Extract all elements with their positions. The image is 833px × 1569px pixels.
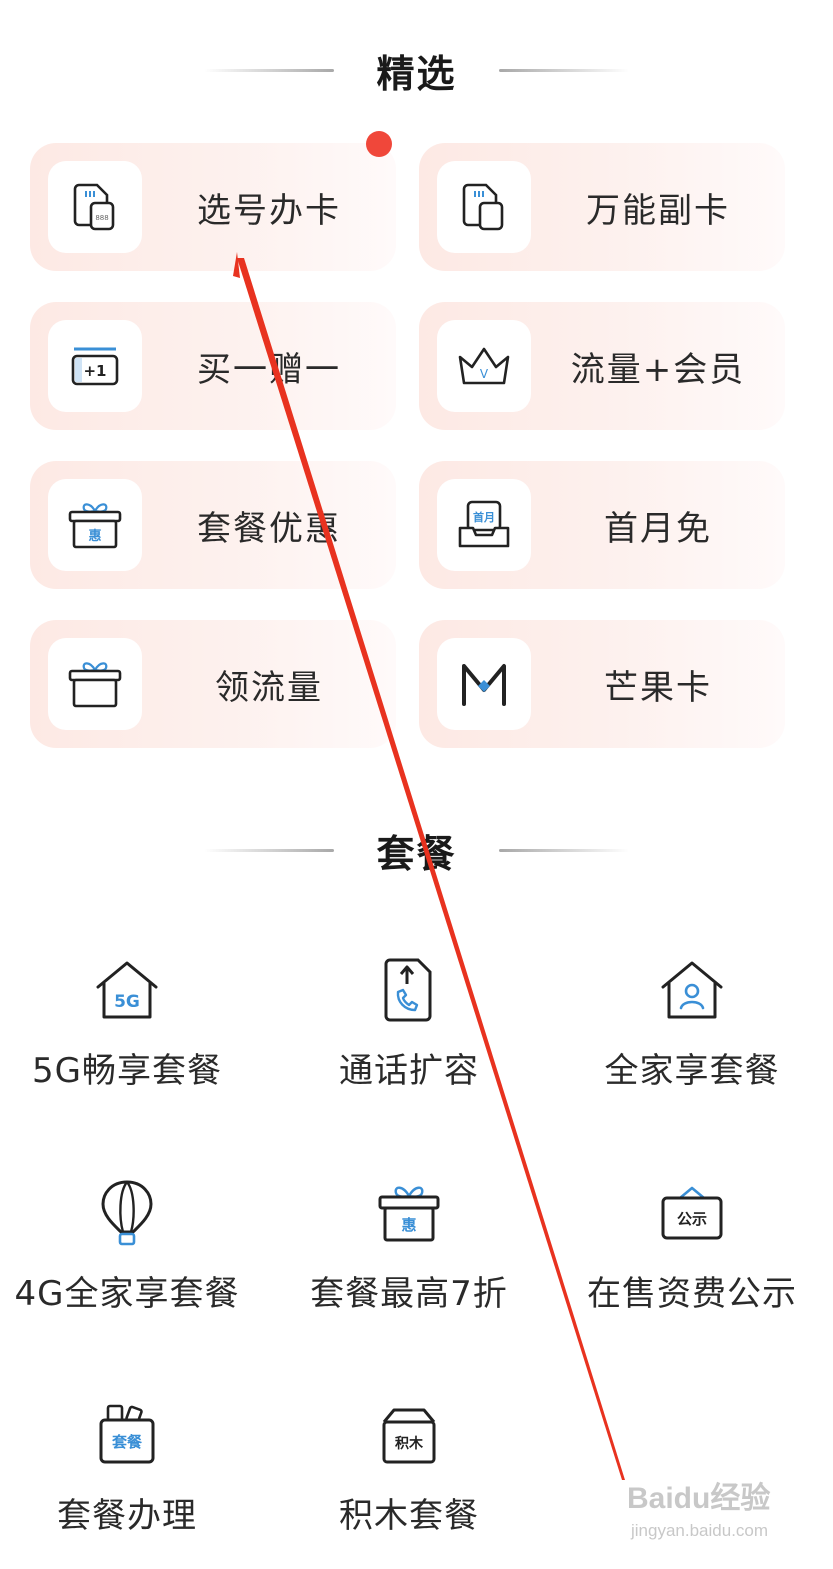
pkg-icon-wrap	[0, 1178, 266, 1248]
card-label: 套餐优惠	[197, 508, 341, 549]
notice-board-icon: 公示	[661, 1186, 723, 1240]
divider-right	[498, 68, 629, 72]
divider-right	[498, 848, 629, 852]
divider-left	[204, 68, 335, 72]
watermark-sub: jingyan.baidu.com	[631, 1521, 769, 1540]
card-buy-one-get-one[interactable]: +1 买一赠一	[30, 302, 396, 430]
package-label: 4G全家享套餐	[14, 1274, 240, 1314]
plus-one-card-icon: +1	[71, 347, 119, 386]
packages-section-title: 套餐	[376, 831, 457, 876]
building-block-box-icon: 积木	[382, 1408, 436, 1464]
pkg-icon-wrap: 5G	[0, 955, 266, 1025]
first-month-tray-icon: 首月	[458, 500, 510, 548]
package-bag-icon: 套餐	[99, 1404, 155, 1464]
house-5g-icon: 5G	[96, 961, 158, 1019]
card-package-discount[interactable]: 惠 套餐优惠	[30, 461, 396, 589]
card-label: 万能副卡	[586, 190, 730, 231]
card-universal-sub-card[interactable]: 万能副卡	[419, 143, 785, 271]
gift-box-icon: 惠	[378, 1186, 440, 1242]
sim-card-icon	[462, 183, 504, 231]
svg-text:首月: 首月	[473, 510, 495, 524]
hot-air-balloon-icon	[101, 1180, 153, 1246]
card-data-plus-membership[interactable]: V 流量+会员	[419, 302, 785, 430]
svg-text:5G: 5G	[114, 992, 140, 1012]
icon-box: +1	[48, 320, 142, 412]
package-tariff-notice[interactable]: 公示 在售资费公示	[553, 1178, 831, 1328]
featured-section-header: 精选	[0, 40, 833, 100]
card-mango-card[interactable]: 芒果卡	[419, 620, 785, 748]
icon-box	[48, 638, 142, 730]
card-label: 选号办卡	[197, 190, 341, 231]
pkg-icon-wrap: 公示	[553, 1178, 831, 1248]
sim-card-icon: 888	[73, 183, 115, 231]
package-call-expansion[interactable]: 通话扩容	[270, 955, 548, 1105]
card-label: 领流量	[215, 667, 323, 708]
pkg-icon-wrap	[553, 955, 831, 1025]
svg-text:V: V	[480, 367, 489, 381]
package-apply[interactable]: 套餐 套餐办理	[0, 1400, 266, 1550]
card-label: 买一赠一	[197, 349, 341, 390]
package-label: 套餐办理	[57, 1496, 197, 1536]
icon-box: 888	[48, 161, 142, 253]
svg-text:+1: +1	[83, 362, 106, 380]
icon-box: V	[437, 320, 531, 412]
package-4g-family-share[interactable]: 4G全家享套餐	[0, 1178, 266, 1328]
package-label: 通话扩容	[339, 1051, 479, 1091]
card-select-number[interactable]: 888 选号办卡	[30, 143, 396, 271]
gift-box-icon: 惠	[68, 503, 122, 549]
card-claim-data[interactable]: 领流量	[30, 620, 396, 748]
notification-dot	[366, 131, 392, 157]
package-label: 全家享套餐	[604, 1051, 780, 1091]
svg-text:惠: 惠	[401, 1216, 416, 1234]
phone-upgrade-icon	[384, 958, 432, 1022]
featured-section-title: 精选	[376, 51, 457, 96]
pkg-icon-wrap: 套餐	[0, 1400, 266, 1470]
mango-m-icon	[462, 664, 506, 706]
crown-icon: V	[458, 347, 510, 385]
pkg-icon-wrap	[270, 955, 548, 1025]
svg-text:公示: 公示	[677, 1210, 707, 1228]
svg-text:888: 888	[95, 214, 108, 222]
package-5g-enjoy[interactable]: 5G 5G畅享套餐	[0, 955, 266, 1105]
package-label: 5G畅享套餐	[32, 1051, 222, 1091]
card-first-month-free[interactable]: 首月 首月免	[419, 461, 785, 589]
icon-box: 首月	[437, 479, 531, 571]
divider-left	[204, 848, 335, 852]
watermark-main: Baidu经验	[627, 1482, 771, 1515]
card-label: 芒果卡	[604, 667, 712, 708]
baidu-watermark: Baidu经验 jingyan.baidu.com	[627, 1471, 787, 1551]
card-label: 首月免	[604, 508, 712, 549]
package-label: 积木套餐	[339, 1496, 479, 1536]
package-up-to-30-off[interactable]: 惠 套餐最高7折	[270, 1178, 548, 1328]
icon-box	[437, 638, 531, 730]
card-label: 流量+会员	[570, 349, 746, 390]
package-label: 套餐最高7折	[310, 1274, 508, 1314]
package-building-blocks[interactable]: 积木 积木套餐	[270, 1400, 548, 1550]
package-label: 在售资费公示	[587, 1274, 797, 1314]
icon-box	[437, 161, 531, 253]
svg-text:套餐: 套餐	[111, 1433, 143, 1451]
house-user-icon	[661, 961, 723, 1019]
packages-section-header: 套餐	[0, 820, 833, 880]
svg-text:积木: 积木	[395, 1435, 424, 1452]
pkg-icon-wrap: 惠	[270, 1178, 548, 1248]
pkg-icon-wrap: 积木	[270, 1400, 548, 1470]
icon-box: 惠	[48, 479, 142, 571]
gift-box-icon	[68, 662, 122, 708]
svg-text:惠: 惠	[88, 528, 101, 544]
package-family-share[interactable]: 全家享套餐	[553, 955, 831, 1105]
